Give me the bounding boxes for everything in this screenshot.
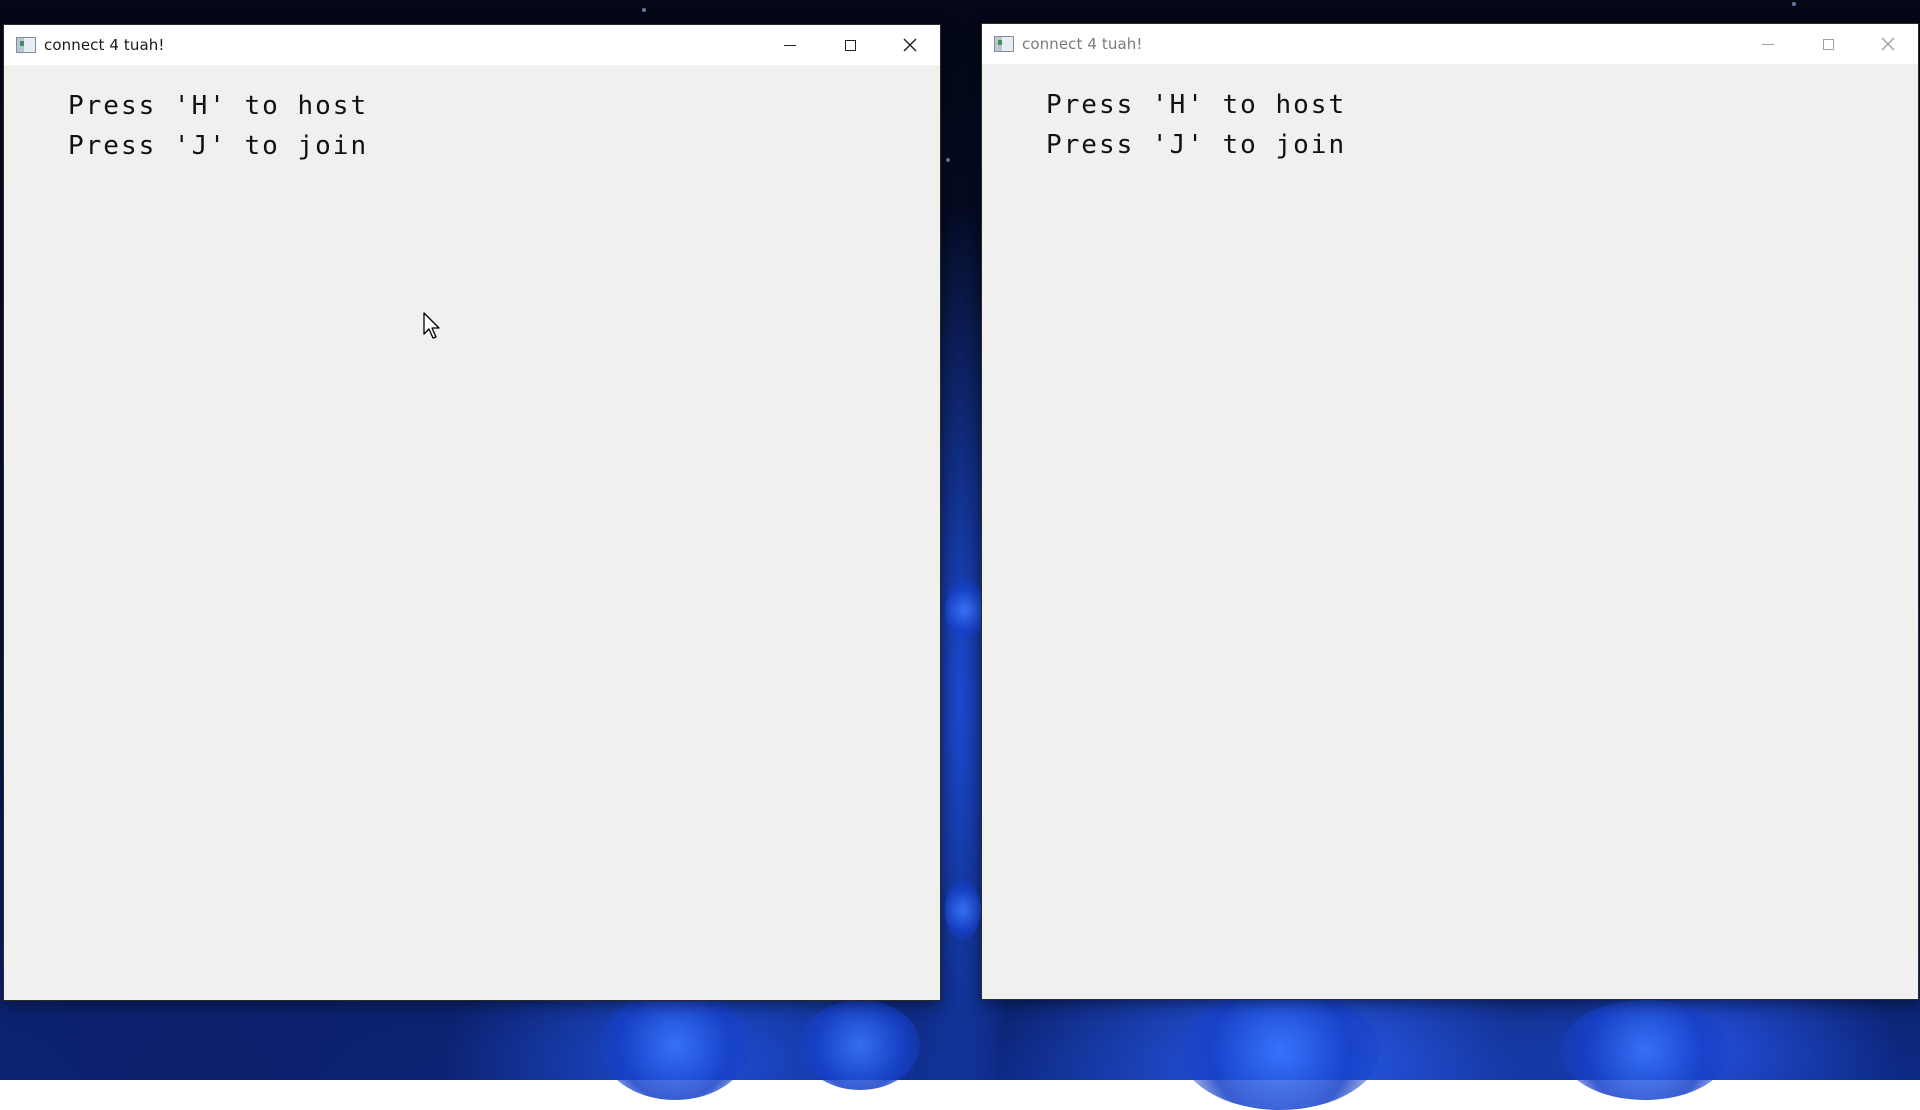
close-icon	[903, 38, 917, 52]
maximize-button[interactable]	[1798, 24, 1858, 64]
wallpaper-star	[1792, 2, 1796, 6]
wallpaper-flower	[945, 580, 985, 640]
maximize-icon	[844, 39, 856, 51]
close-icon	[1881, 37, 1895, 51]
wallpaper-flower	[945, 880, 981, 940]
close-button[interactable]	[880, 25, 940, 65]
app-icon	[16, 37, 36, 53]
app-icon	[994, 36, 1014, 52]
maximize-button[interactable]	[820, 25, 880, 65]
game-window-right[interactable]: connect 4 tuah! Press 'H' to host Press …	[982, 24, 1918, 999]
wallpaper-star	[946, 158, 950, 162]
join-instruction: Press 'J' to join	[1046, 130, 1347, 160]
host-instruction: Press 'H' to host	[1046, 90, 1347, 120]
wallpaper-star	[642, 8, 646, 12]
minimize-icon	[784, 44, 796, 46]
title-bar[interactable]: connect 4 tuah!	[982, 24, 1918, 64]
window-controls	[760, 25, 940, 65]
minimize-button[interactable]	[1738, 24, 1798, 64]
arrow-cursor-icon	[423, 312, 440, 339]
game-canvas[interactable]: Press 'H' to host Press 'J' to join	[4, 65, 940, 1000]
join-instruction: Press 'J' to join	[68, 131, 369, 161]
minimize-button[interactable]	[760, 25, 820, 65]
game-window-left[interactable]: connect 4 tuah! Press 'H' to host Press …	[4, 25, 940, 1000]
wallpaper-flower	[800, 1000, 920, 1090]
wallpaper-flower	[1560, 1000, 1730, 1100]
wallpaper-flower	[1180, 990, 1380, 1110]
close-button[interactable]	[1858, 24, 1918, 64]
host-instruction: Press 'H' to host	[68, 91, 369, 121]
minimize-icon	[1762, 43, 1774, 45]
title-bar[interactable]: connect 4 tuah!	[4, 25, 940, 65]
window-title: connect 4 tuah!	[44, 36, 165, 54]
window-controls	[1738, 24, 1918, 64]
game-canvas[interactable]: Press 'H' to host Press 'J' to join	[982, 64, 1918, 999]
maximize-icon	[1822, 38, 1834, 50]
wallpaper-flower	[600, 990, 750, 1100]
window-title: connect 4 tuah!	[1022, 35, 1143, 53]
